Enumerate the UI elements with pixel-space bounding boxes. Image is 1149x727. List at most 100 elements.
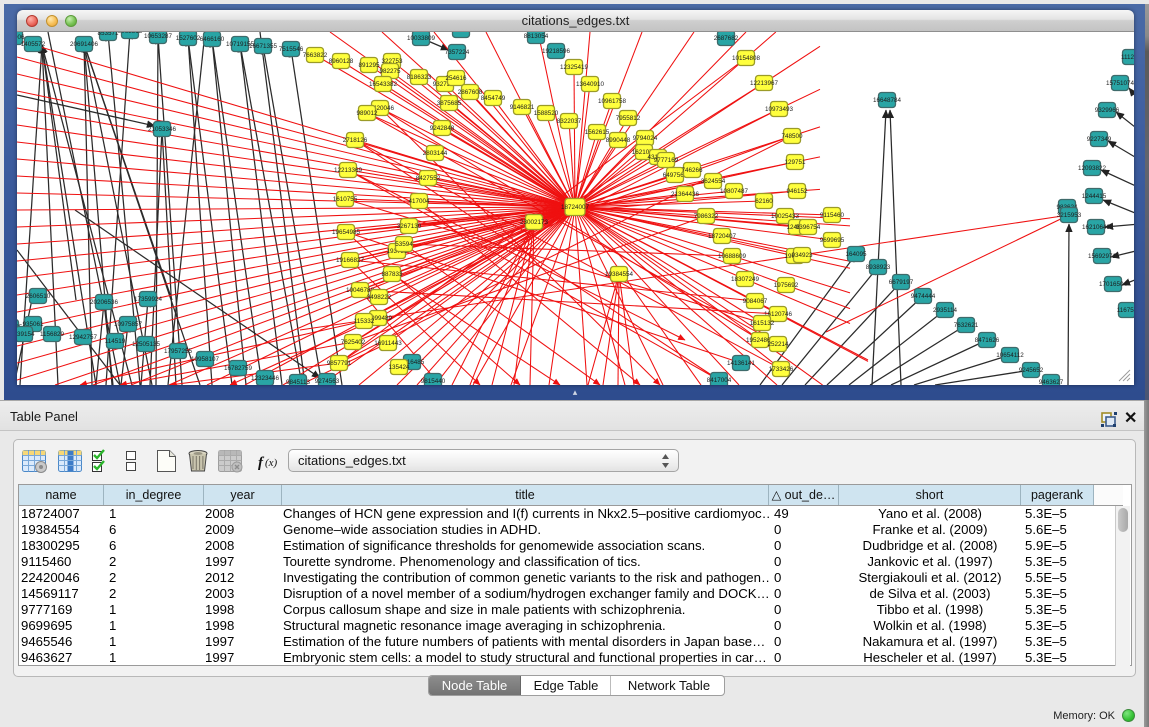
svg-text:9396754: 9396754 [796, 224, 821, 231]
svg-text:10975857: 10975857 [114, 321, 143, 328]
svg-text:989012: 989012 [356, 110, 378, 117]
svg-text:9463627: 9463627 [1039, 379, 1064, 385]
svg-text:12505135: 12505135 [132, 341, 161, 348]
svg-text:417004: 417004 [408, 198, 430, 205]
svg-text:1610755: 1610755 [333, 196, 358, 203]
svg-text:12325419: 12325419 [560, 64, 589, 71]
svg-text:252214: 252214 [767, 341, 789, 348]
svg-text:3215953: 3215953 [1057, 212, 1082, 219]
svg-text:8427552: 8427552 [416, 175, 441, 182]
svg-text:7632621: 7632621 [954, 322, 979, 329]
svg-text:1975692: 1975692 [774, 282, 799, 289]
svg-text:9274563: 9274563 [315, 378, 340, 385]
svg-text:62160: 62160 [755, 198, 773, 205]
svg-text:16911443: 16911443 [374, 340, 402, 347]
svg-text:9699695: 9699695 [820, 237, 845, 244]
svg-text:1615132: 1615132 [750, 320, 775, 327]
svg-text:746266: 746266 [681, 167, 703, 174]
svg-text:9329966: 9329966 [1095, 107, 1120, 114]
svg-text:9242848: 9242848 [430, 125, 455, 132]
svg-text:982275: 982275 [379, 68, 401, 75]
svg-text:(x): (x) [265, 457, 278, 469]
svg-text:9857791: 9857791 [327, 360, 352, 367]
svg-text:10973493: 10973493 [765, 106, 794, 113]
svg-text:19166827: 19166827 [336, 257, 365, 264]
svg-text:7515546: 7515546 [279, 46, 304, 53]
svg-text:3875685: 3875685 [437, 100, 462, 107]
svg-text:8990448: 8990448 [606, 137, 631, 144]
svg-text:6679197: 6679197 [889, 279, 914, 286]
svg-text:1527602: 1527602 [176, 35, 201, 42]
svg-text:10688609: 10688609 [718, 253, 747, 260]
svg-text:7357224: 7357224 [445, 49, 470, 56]
svg-text:12323446: 12323446 [251, 375, 280, 382]
svg-text:168753: 168753 [450, 32, 472, 34]
svg-text:3624554: 3624554 [701, 178, 726, 185]
svg-text:7625402: 7625402 [341, 339, 366, 346]
svg-text:14136141: 14136141 [727, 360, 756, 367]
svg-text:7663822: 7663822 [303, 52, 328, 59]
svg-text:129751: 129751 [784, 159, 806, 166]
svg-text:20691406: 20691406 [70, 41, 99, 48]
svg-text:15751074: 15751074 [1106, 80, 1134, 87]
svg-text:115332: 115332 [354, 318, 375, 325]
svg-text:17016504: 17016504 [1099, 281, 1128, 288]
svg-text:1405572: 1405572 [21, 41, 46, 48]
svg-text:1562615: 1562615 [585, 129, 610, 136]
svg-text:8813054: 8813054 [524, 33, 549, 40]
svg-text:19654985: 19654985 [332, 229, 361, 236]
svg-text:16543382: 16543382 [369, 81, 398, 88]
svg-text:114519: 114519 [105, 338, 126, 345]
svg-text:23002173: 23002173 [520, 219, 549, 226]
svg-text:9227349: 9227349 [1087, 136, 1112, 143]
svg-text:7955812: 7955812 [616, 115, 641, 122]
svg-text:9474444: 9474444 [911, 293, 936, 300]
svg-text:946152: 946152 [786, 188, 808, 195]
svg-text:12093822: 12093822 [1078, 165, 1107, 172]
svg-text:2867608: 2867608 [458, 89, 483, 96]
svg-text:17359924: 17359924 [134, 296, 163, 303]
svg-text:9115460: 9115460 [820, 212, 845, 219]
svg-text:254616: 254616 [445, 75, 467, 82]
svg-text:21364436: 21364436 [671, 191, 700, 198]
svg-text:8417004: 8417004 [707, 377, 732, 384]
svg-text:2718126: 2718126 [343, 137, 368, 144]
svg-text:21053346: 21053346 [148, 126, 177, 133]
svg-text:9146821: 9146821 [510, 104, 535, 111]
svg-text:6466160: 6466160 [200, 36, 225, 43]
svg-text:853571: 853571 [97, 32, 119, 37]
svg-text:10654112: 10654112 [996, 352, 1024, 359]
svg-text:53594: 53594 [395, 241, 413, 248]
svg-text:10807487: 10807487 [720, 188, 749, 195]
svg-text:8322037: 8322037 [557, 118, 582, 125]
svg-text:160906: 160906 [17, 34, 25, 41]
svg-text:10958107: 10958107 [191, 356, 220, 363]
svg-text:1588520: 1588520 [534, 110, 559, 117]
svg-text:1156829: 1156829 [40, 331, 65, 338]
svg-text:18724007: 18724007 [561, 204, 590, 211]
svg-text:10033809: 10033809 [407, 35, 436, 42]
svg-text:16782759: 16782759 [224, 365, 253, 372]
svg-text:891295: 891295 [358, 62, 380, 69]
svg-text:939154: 939154 [17, 331, 35, 338]
svg-text:116753: 116753 [1117, 307, 1134, 314]
svg-text:1244415: 1244415 [1082, 193, 1107, 200]
svg-text:748500: 748500 [781, 133, 803, 140]
svg-text:9794024: 9794024 [633, 135, 658, 142]
svg-text:10154808: 10154808 [732, 55, 761, 62]
svg-text:20206536: 20206536 [90, 299, 119, 306]
svg-text:7986322: 7986322 [694, 213, 719, 220]
svg-text:8454749: 8454749 [481, 95, 506, 102]
svg-text:12213967: 12213967 [750, 80, 779, 87]
svg-text:16210643: 16210643 [1082, 224, 1111, 231]
svg-text:17957255: 17957255 [164, 348, 193, 355]
svg-text:19218596: 19218596 [542, 48, 571, 55]
svg-text:18720407: 18720407 [708, 233, 737, 240]
svg-text:9245652: 9245652 [1019, 367, 1044, 374]
svg-text:8960128: 8960128 [329, 58, 354, 65]
svg-text:111243: 111243 [1121, 54, 1134, 61]
svg-text:2606510: 2606510 [26, 293, 51, 300]
svg-text:2803144: 2803144 [423, 150, 448, 157]
svg-text:887833: 887833 [381, 271, 403, 278]
svg-text:16648784: 16648784 [873, 97, 902, 104]
